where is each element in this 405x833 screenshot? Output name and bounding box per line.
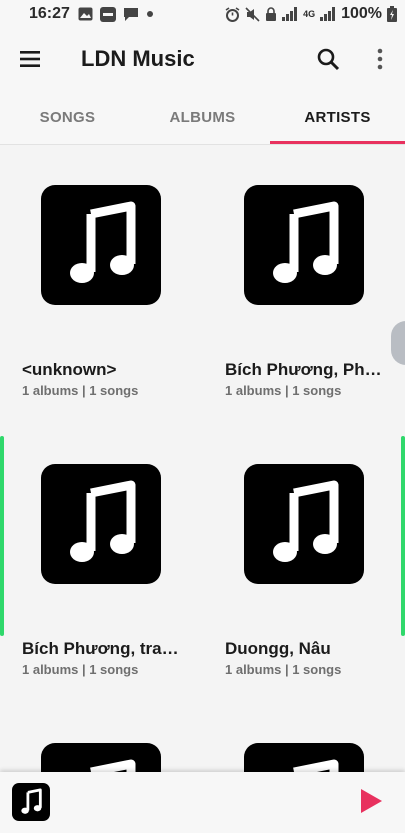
- artist-thumbnail: [244, 743, 364, 772]
- tab-indicator: [270, 141, 405, 144]
- artist-meta: 1 albums | 1 songs: [225, 383, 342, 398]
- artist-name: Duongg, Nâu: [225, 639, 331, 658]
- status-time: 16:27: [29, 5, 70, 22]
- artist-meta: 1 albums | 1 songs: [225, 662, 342, 677]
- artist-thumbnail: [244, 464, 364, 584]
- tab-albums[interactable]: ALBUMS: [135, 90, 270, 144]
- artist-name: Bích Phương, Phú…: [225, 360, 385, 379]
- tab-songs[interactable]: SONGS: [0, 90, 135, 144]
- message-icon: [123, 7, 139, 22]
- battery-icon: [387, 6, 397, 22]
- artist-thumbnail: [244, 185, 364, 305]
- music-note-icon: [21, 788, 42, 814]
- more-vert-icon[interactable]: [368, 45, 392, 73]
- lock-icon: [265, 6, 277, 22]
- zalo-icon: [99, 6, 116, 22]
- status-bar: 16:27 4G 100%: [0, 0, 405, 28]
- notification-icons: [78, 6, 154, 22]
- network-type-label: 4G: [303, 9, 316, 19]
- tab-artists[interactable]: ARTISTS: [270, 90, 405, 144]
- music-note-icon: [273, 480, 339, 562]
- music-note-icon: [90, 759, 136, 772]
- music-note-icon: [293, 759, 339, 772]
- artist-name: Bích Phương, trait…: [22, 639, 182, 658]
- tab-bar: SONGS ALBUMS ARTISTS: [0, 90, 405, 145]
- artist-meta: 1 albums | 1 songs: [22, 662, 139, 677]
- app-bar: LDN Music: [0, 28, 405, 90]
- artist-grid[interactable]: <unknown> 1 albums | 1 songs Bích Phương…: [0, 145, 405, 772]
- search-icon[interactable]: [314, 45, 342, 73]
- music-note-icon: [70, 201, 136, 283]
- menu-icon[interactable]: [18, 47, 46, 71]
- now-playing-art[interactable]: [12, 783, 50, 821]
- dot-icon: [146, 10, 154, 18]
- mute-icon: [245, 6, 260, 22]
- system-icons: 4G 100%: [225, 0, 397, 28]
- edge-glow-left: [0, 436, 4, 636]
- edge-glow-right: [401, 436, 405, 636]
- signal-icon: [320, 7, 336, 21]
- image-icon: [78, 7, 93, 21]
- signal-icon: [282, 7, 298, 21]
- artist-thumbnail: [41, 185, 161, 305]
- music-note-icon: [70, 480, 136, 562]
- alarm-icon: [225, 6, 240, 22]
- fast-scroll-handle[interactable]: [391, 321, 405, 365]
- app-title: LDN Music: [81, 46, 195, 71]
- artist-thumbnail: [41, 743, 161, 772]
- artist-name: <unknown>: [22, 360, 117, 379]
- battery-percent: 100%: [341, 5, 382, 22]
- artist-thumbnail: [41, 464, 161, 584]
- mini-player[interactable]: [0, 772, 405, 833]
- artist-meta: 1 albums | 1 songs: [22, 383, 139, 398]
- music-note-icon: [273, 201, 339, 283]
- play-icon[interactable]: [358, 788, 384, 814]
